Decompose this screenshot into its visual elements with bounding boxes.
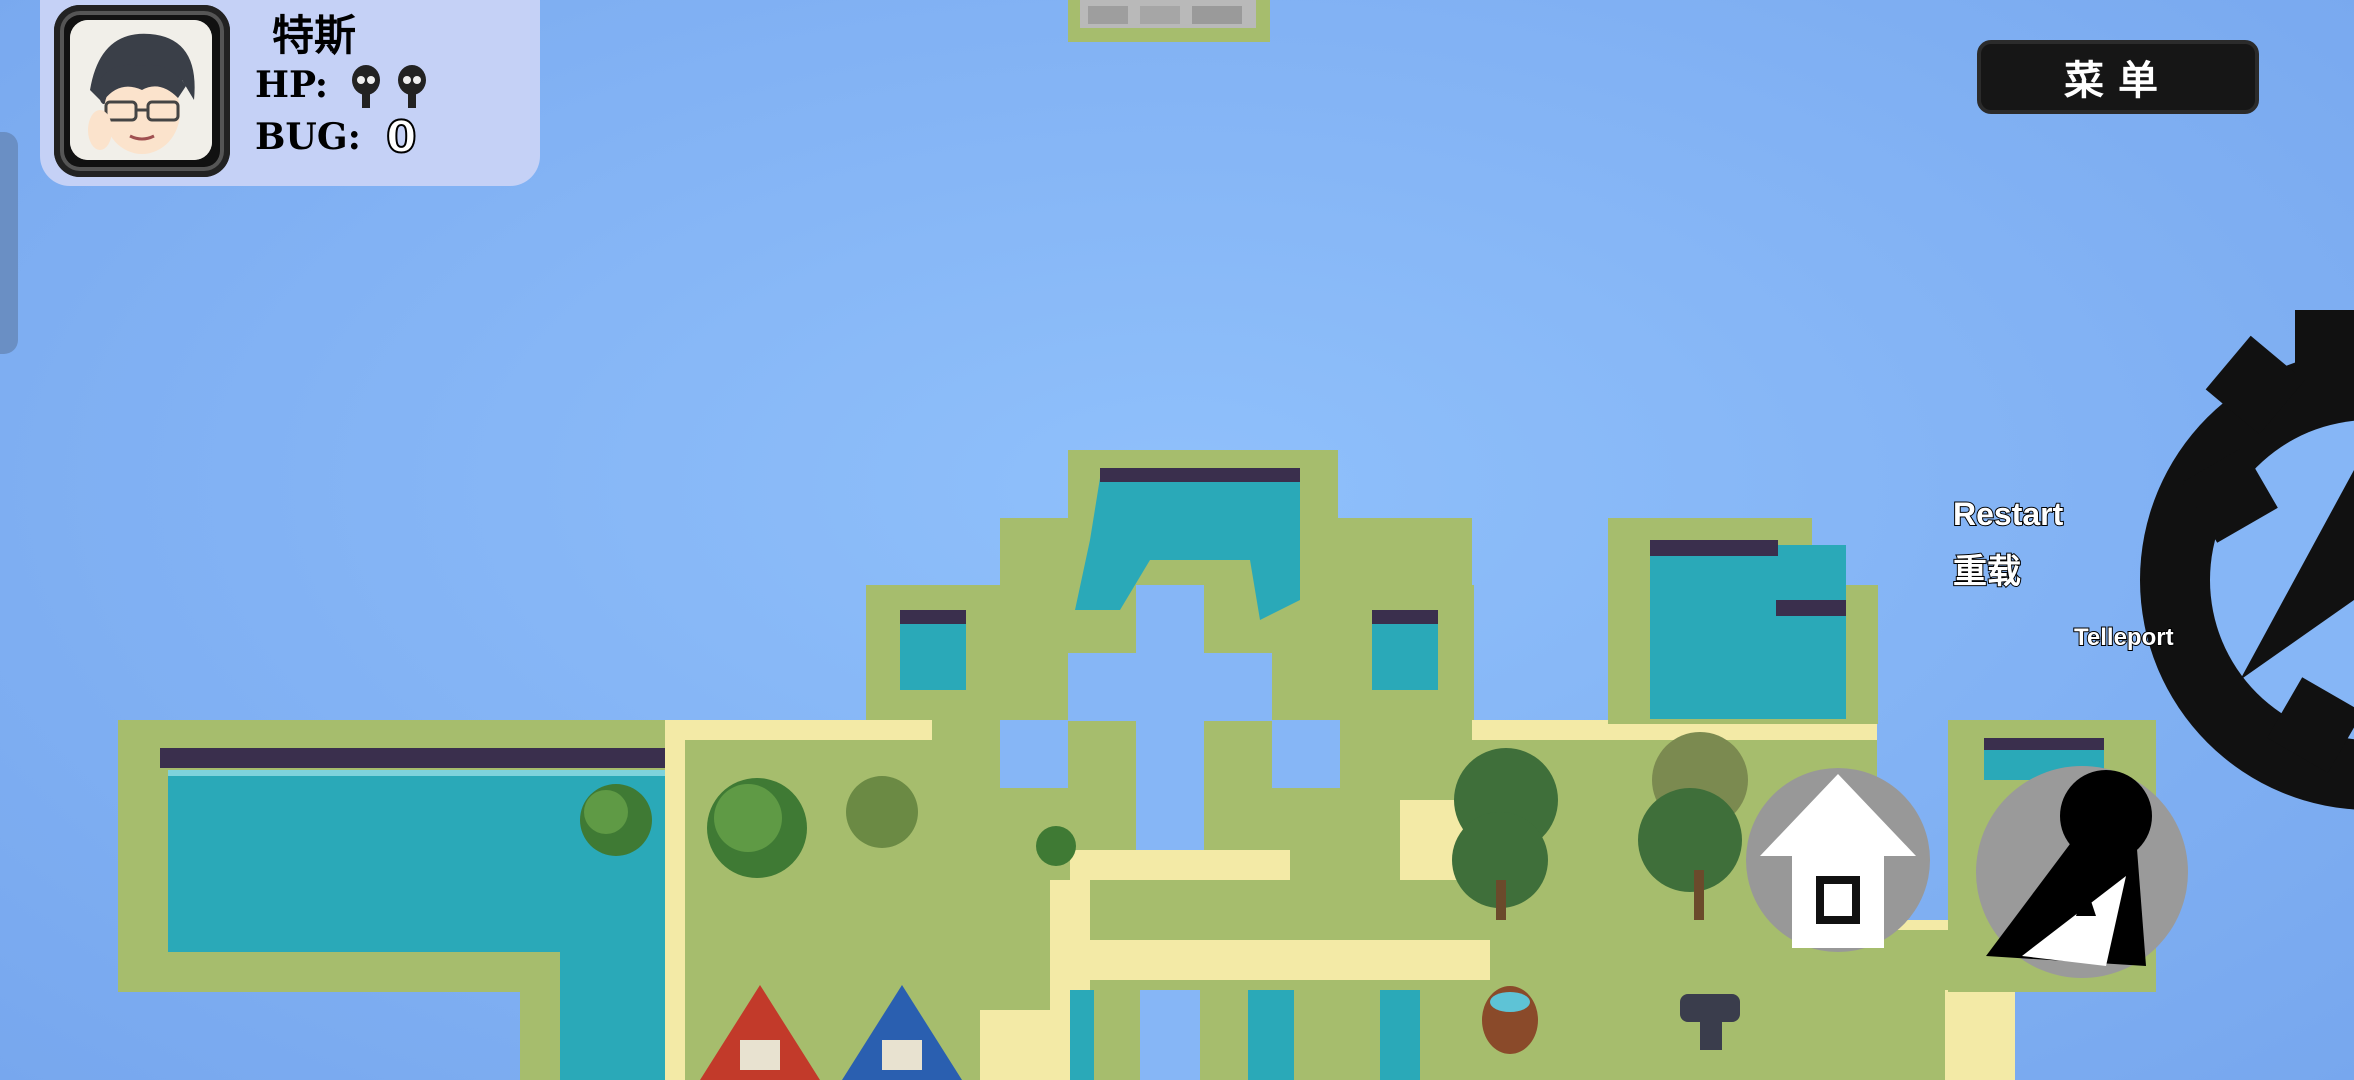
skull-head-icon: [396, 64, 428, 108]
side-drawer-handle[interactable]: [0, 132, 18, 354]
bug-count: 0: [385, 111, 418, 164]
barrel: [1482, 986, 1538, 1054]
top-stone-block: [1068, 0, 1270, 42]
home-icon: [1760, 774, 1916, 948]
menu-button[interactable]: 菜单: [1977, 40, 2259, 114]
teleport-label[interactable]: Telleport: [2073, 623, 2175, 652]
character-portrait-icon: [70, 20, 212, 160]
avatar: [70, 20, 212, 160]
restart-label[interactable]: Restart: [1952, 495, 2064, 533]
hp-label: HP:: [255, 64, 329, 106]
player-name: 特斯: [272, 11, 357, 60]
keyhole-button[interactable]: [1976, 766, 2188, 978]
left-lake-island: [118, 720, 666, 1080]
bug-label: BUG:: [255, 116, 361, 158]
keyhole-icon: [1986, 770, 2152, 966]
skull-head-icon: [350, 64, 382, 108]
restart-cn-label[interactable]: 重载: [1952, 544, 2022, 593]
home-button[interactable]: [1746, 768, 1930, 952]
gear-icon[interactable]: [2140, 310, 2354, 810]
